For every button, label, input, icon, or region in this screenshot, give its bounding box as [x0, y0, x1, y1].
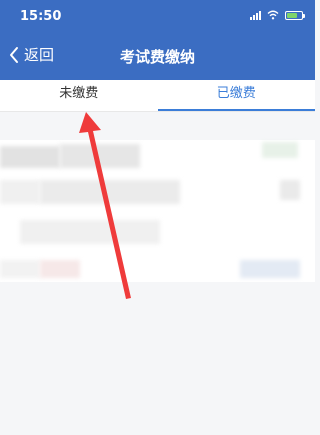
status-bar: 15:50 [0, 0, 315, 36]
tab-bar: 未缴费 已缴费 [0, 80, 315, 112]
obscured-content [280, 180, 300, 200]
status-icons [250, 10, 305, 20]
obscured-content [40, 260, 80, 278]
obscured-content [60, 144, 140, 168]
obscured-content [0, 180, 40, 204]
signal-icon [250, 10, 261, 20]
obscured-content [0, 146, 60, 168]
obscured-content [40, 180, 180, 204]
obscured-content [0, 260, 40, 278]
tab-paid[interactable]: 已缴费 [157, 80, 316, 111]
wifi-icon [267, 10, 279, 20]
obscured-content [240, 260, 300, 278]
app-header: 15:50 返回 考试费缴纳 [0, 0, 315, 80]
nav-bar: 返回 考试费缴纳 [0, 36, 315, 76]
status-time: 15:50 [20, 9, 62, 24]
battery-icon [285, 10, 305, 20]
record-card[interactable] [0, 140, 315, 282]
obscured-content [262, 142, 298, 158]
page-title: 考试费缴纳 [119, 48, 195, 66]
tab-unpaid[interactable]: 未缴费 [0, 80, 158, 111]
obscured-content [20, 220, 160, 244]
